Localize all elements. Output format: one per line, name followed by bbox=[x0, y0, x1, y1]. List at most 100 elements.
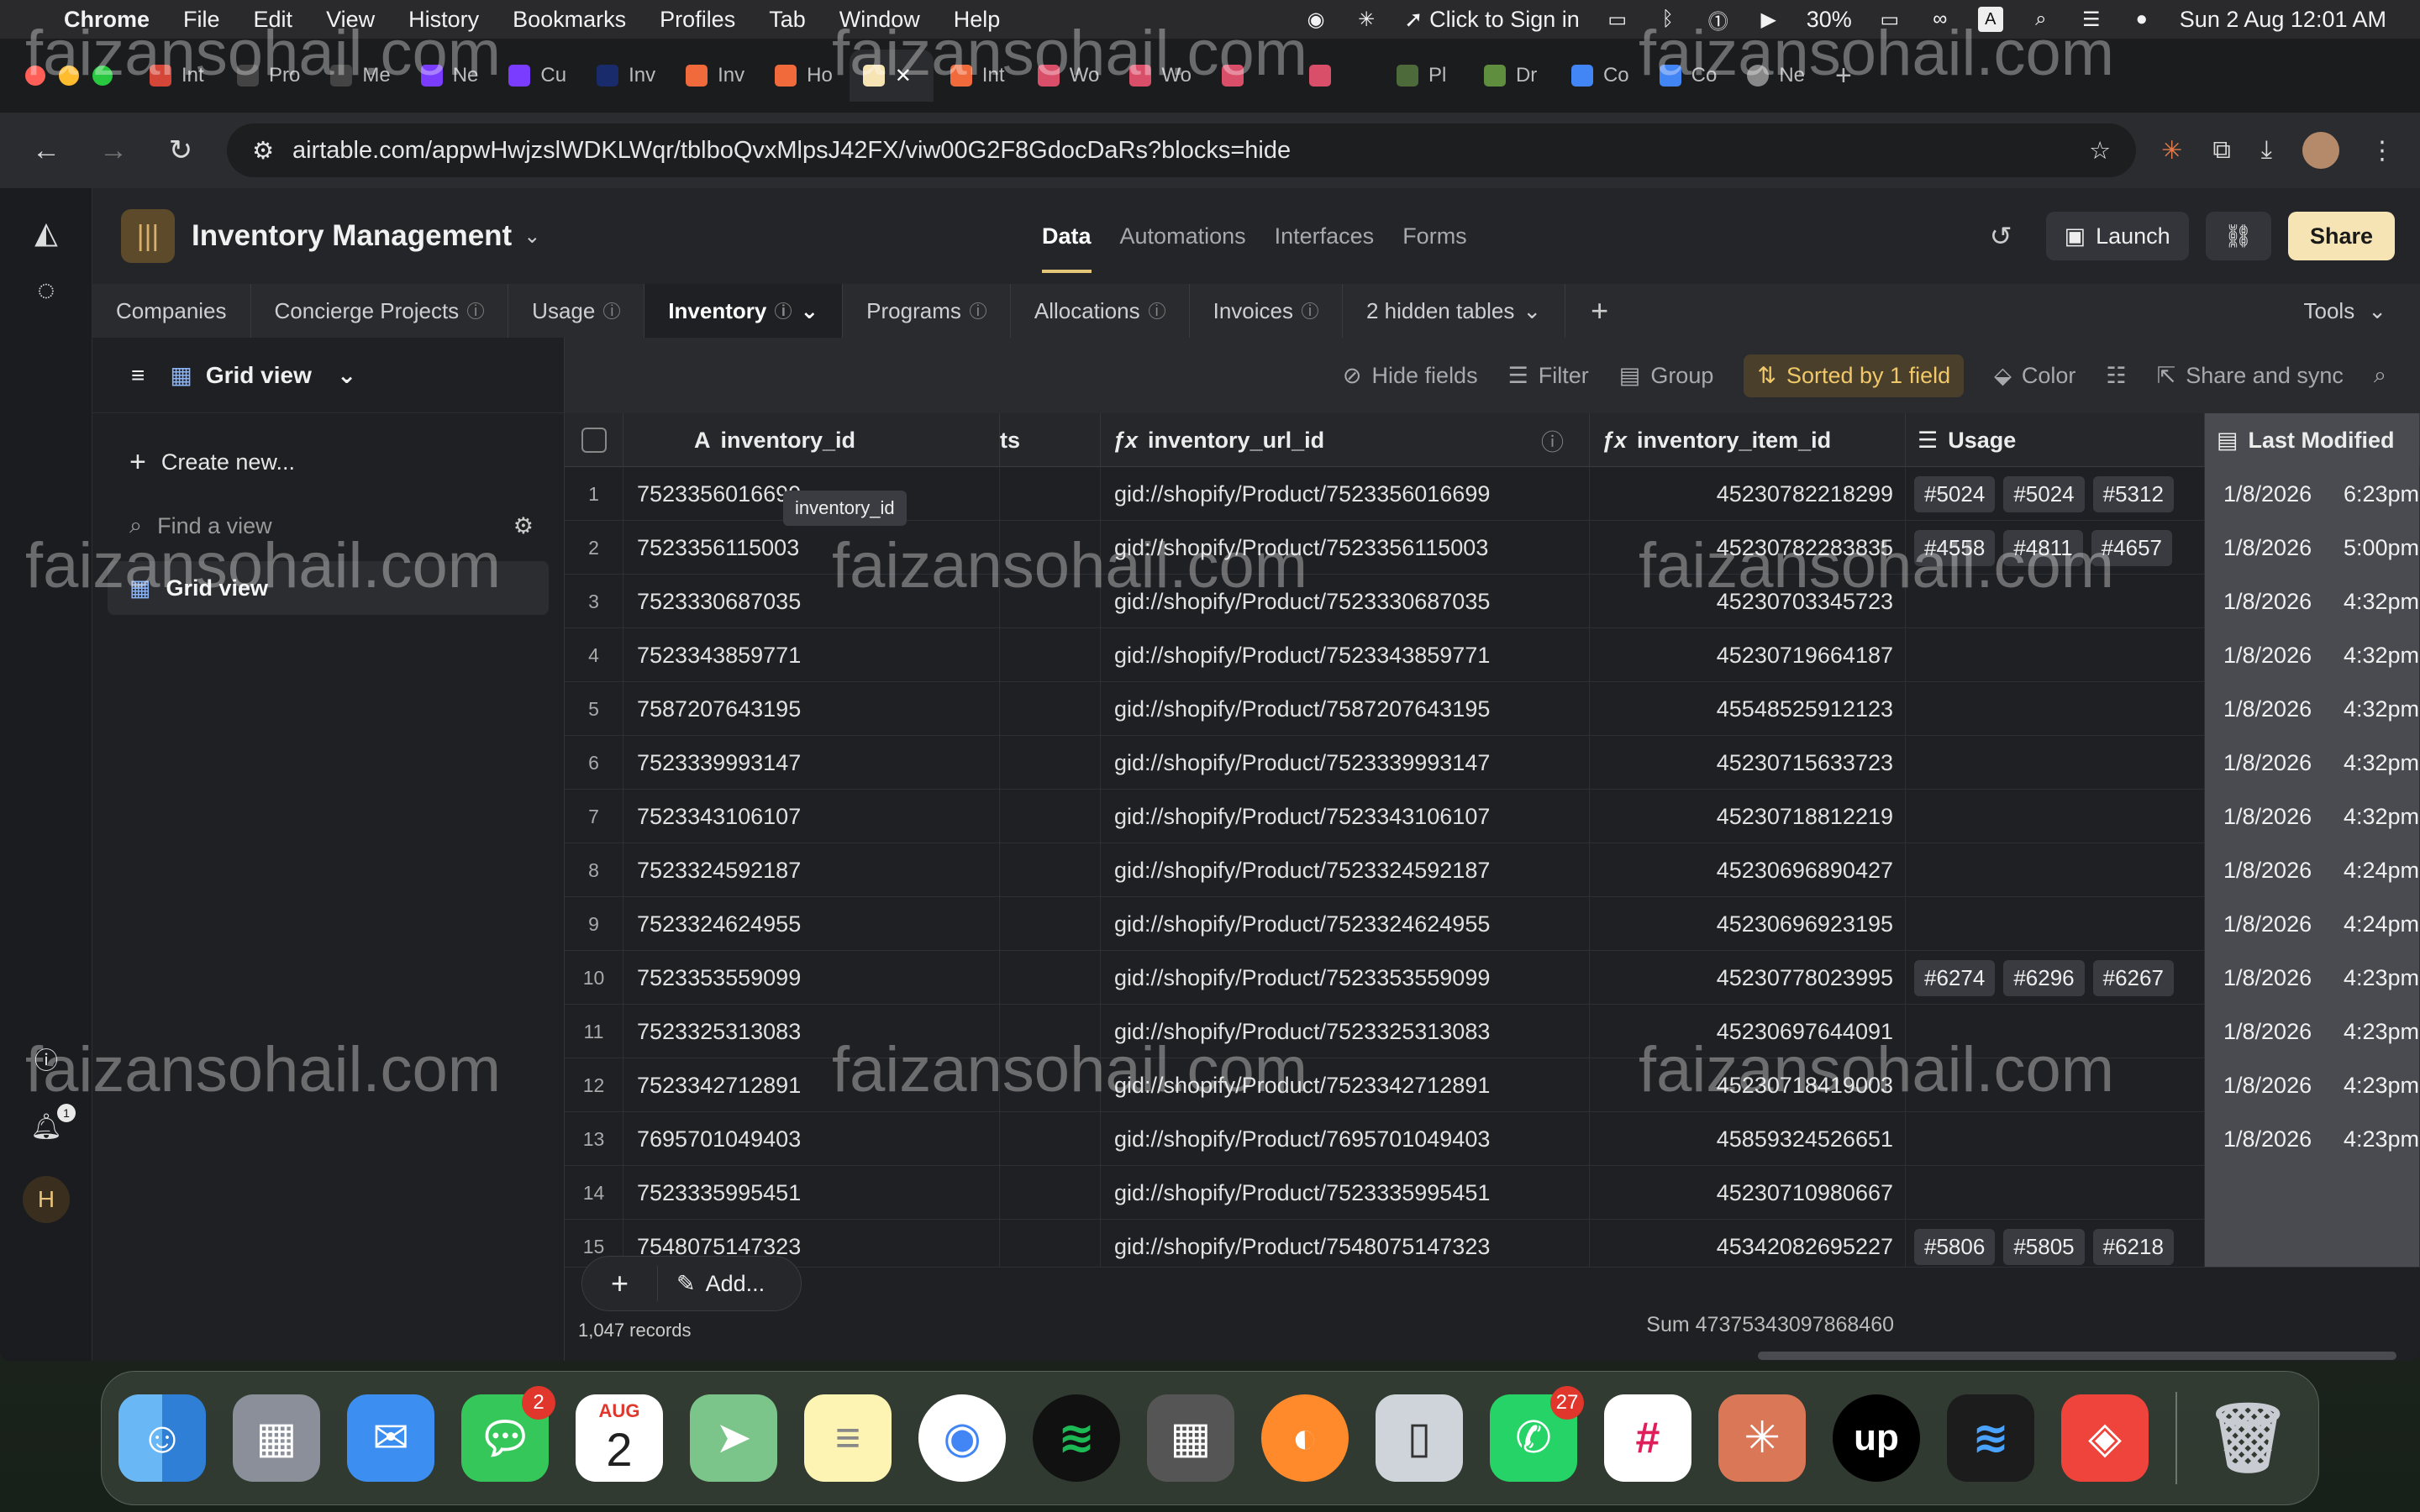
inventory-id-cell[interactable]: 7523325313083 bbox=[623, 1005, 1000, 1058]
download-icon[interactable]: ⤓ bbox=[2261, 136, 2272, 165]
inventory-item-id-cell[interactable]: 45230782283835 bbox=[1590, 521, 1906, 575]
table-tab-concierge-projects[interactable]: Concierge Projects i bbox=[251, 284, 509, 338]
row-number[interactable]: 3 bbox=[565, 575, 623, 628]
inventory-url-id-cell[interactable]: gid://shopify/Product/7523353559099 bbox=[1101, 951, 1590, 1005]
find-view-input[interactable]: ⌕ Find a view ⚙ bbox=[92, 499, 564, 553]
ts-cell[interactable] bbox=[1000, 1112, 1101, 1166]
launchpad-icon[interactable]: ▦ bbox=[233, 1394, 320, 1482]
table-tab-inventory[interactable]: Inventory i ⌄ bbox=[644, 284, 844, 338]
tools-menu[interactable]: Tools ⌄ bbox=[2304, 298, 2420, 324]
ts-cell[interactable] bbox=[1000, 790, 1101, 843]
row-number[interactable]: 2 bbox=[565, 521, 623, 575]
browser-tab[interactable]: Int bbox=[136, 50, 220, 102]
hamburger-icon[interactable]: ≡ bbox=[131, 362, 145, 389]
usage-link-tag[interactable]: #4558 bbox=[1914, 529, 1996, 566]
column-header-inventory-url-id[interactable]: ƒx inventory_url_id ⓘ bbox=[1101, 413, 1590, 467]
history-icon[interactable]: ↺ bbox=[1990, 220, 2012, 252]
usage-link-tag[interactable]: #6267 bbox=[2092, 959, 2174, 996]
display-icon[interactable]: ▭ bbox=[1605, 7, 1630, 32]
inventory-item-id-cell[interactable]: 45230696890427 bbox=[1590, 843, 1906, 897]
claude-extension-icon[interactable]: ✳ bbox=[2161, 136, 2182, 165]
usage-cell[interactable]: #5024 #5024 #5312 bbox=[1906, 467, 2205, 521]
ts-cell[interactable] bbox=[1000, 951, 1101, 1005]
last-modified-cell[interactable]: 1/8/2026 4:32pm bbox=[2205, 790, 2420, 843]
ts-cell[interactable] bbox=[1000, 575, 1101, 628]
usage-cell[interactable]: #6274 #6296 #6267 bbox=[1906, 951, 2205, 1005]
usage-cell[interactable] bbox=[1906, 1166, 2205, 1220]
inventory-item-id-cell[interactable]: 45230715633723 bbox=[1590, 736, 1906, 790]
bookmark-star-icon[interactable]: ☆ bbox=[2089, 136, 2111, 165]
share-sync-button[interactable]: ⇱ Share and sync bbox=[2157, 363, 2344, 389]
inventory-id-cell[interactable]: 7695701049403 bbox=[623, 1112, 1000, 1166]
calendar-icon[interactable]: AUG 2 bbox=[576, 1394, 663, 1482]
link-icon[interactable]: ∞ bbox=[1928, 7, 1953, 32]
view-item-grid[interactable]: ▦ Grid view bbox=[108, 561, 549, 615]
menu-window[interactable]: Window bbox=[839, 7, 920, 33]
firefox-icon[interactable]: ◐ bbox=[1261, 1394, 1349, 1482]
hidden-tables-dropdown[interactable]: 2 hidden tables ⌄ bbox=[1343, 284, 1566, 338]
usage-cell[interactable] bbox=[1906, 1005, 2205, 1058]
table-row[interactable]: 13 7695701049403 gid://shopify/Product/769… bbox=[565, 1112, 2420, 1166]
filter-button[interactable]: ☰ Filter bbox=[1508, 363, 1589, 389]
last-modified-cell[interactable]: 1/8/2026 4:24pm bbox=[2205, 897, 2420, 951]
last-modified-cell[interactable]: 1/8/2026 5:00pm bbox=[2205, 521, 2420, 575]
row-number[interactable]: 8 bbox=[565, 843, 623, 897]
search-grid-button[interactable]: ⌕ bbox=[2374, 362, 2386, 389]
table-row[interactable]: 15 7548075147323 gid://shopify/Product/754… bbox=[565, 1220, 2420, 1273]
browser-tab[interactable]: Co bbox=[1646, 50, 1731, 102]
omni-icon[interactable]: ◌ bbox=[25, 269, 67, 311]
usage-link-tag[interactable]: #6296 bbox=[2003, 959, 2085, 996]
sort-button[interactable]: ⇅ Sorted by 1 field bbox=[1744, 354, 1965, 397]
last-modified-cell[interactable]: 1/8/2026 4:32pm bbox=[2205, 682, 2420, 736]
anydesk-icon[interactable]: ◈ bbox=[2061, 1394, 2149, 1482]
menu-tab[interactable]: Tab bbox=[769, 7, 806, 33]
inventory-id-cell[interactable]: 7523324624955 bbox=[623, 897, 1000, 951]
craft-icon[interactable]: ≋ bbox=[1947, 1394, 2034, 1482]
table-row[interactable]: 2 7523356115003 gid://shopify/Product/7523… bbox=[565, 521, 2420, 575]
ts-cell[interactable] bbox=[1000, 521, 1101, 575]
usage-link-tag[interactable]: #5806 bbox=[1914, 1228, 1996, 1265]
browser-tab[interactable]: Inv bbox=[583, 50, 669, 102]
browser-tab[interactable]: Ho bbox=[761, 50, 846, 102]
spotify-icon[interactable]: ≋ bbox=[1033, 1394, 1120, 1482]
row-height-button[interactable]: ☷ bbox=[2106, 363, 2126, 389]
usage-link-tag[interactable]: #4657 bbox=[2091, 529, 2172, 566]
chevron-down-icon[interactable]: ⌄ bbox=[523, 224, 540, 249]
inventory-item-id-cell[interactable]: 45230696923195 bbox=[1590, 897, 1906, 951]
last-modified-cell[interactable]: 1/8/2026 4:24pm bbox=[2205, 843, 2420, 897]
select-all-checkbox[interactable] bbox=[581, 428, 607, 453]
usage-cell[interactable] bbox=[1906, 1112, 2205, 1166]
usage-cell[interactable] bbox=[1906, 790, 2205, 843]
hide-fields-button[interactable]: ⊘ Hide fields bbox=[1343, 363, 1478, 389]
nav-data[interactable]: Data bbox=[1042, 200, 1092, 273]
info-icon[interactable]: i bbox=[1148, 302, 1165, 319]
browser-tab[interactable]: Ne bbox=[408, 50, 492, 102]
menu-help[interactable]: Help bbox=[954, 7, 1001, 33]
ts-cell[interactable] bbox=[1000, 1220, 1101, 1273]
table-row[interactable]: 3 7523330687035 gid://shopify/Product/7523… bbox=[565, 575, 2420, 628]
usage-link-tag[interactable]: #5024 bbox=[2003, 475, 2085, 512]
inventory-id-cell[interactable]: 7523356115003 bbox=[623, 521, 1000, 575]
input-source-icon[interactable]: A bbox=[1977, 7, 2003, 32]
inventory-url-id-cell[interactable]: gid://shopify/Product/7523356115003 bbox=[1101, 521, 1590, 575]
extensions-icon[interactable]: ⧉ bbox=[2212, 136, 2230, 165]
table-tab-companies[interactable]: Companies bbox=[92, 284, 251, 338]
usage-cell[interactable] bbox=[1906, 1058, 2205, 1112]
inventory-item-id-cell[interactable]: 45548525912123 bbox=[1590, 682, 1906, 736]
browser-tab-active[interactable]: ✕ bbox=[849, 50, 934, 102]
inventory-id-cell[interactable]: 7523339993147 bbox=[623, 736, 1000, 790]
table-row[interactable]: 10 7523353559099 gid://shopify/Product/752… bbox=[565, 951, 2420, 1005]
nav-forms[interactable]: Forms bbox=[1402, 223, 1467, 249]
profile-avatar[interactable] bbox=[2302, 132, 2339, 169]
inventory-item-id-cell[interactable]: 45230703345723 bbox=[1590, 575, 1906, 628]
chevron-down-icon[interactable]: ⌄ bbox=[800, 298, 818, 324]
info-icon[interactable]: i bbox=[969, 302, 986, 319]
app-name-menu[interactable]: Chrome bbox=[64, 7, 150, 33]
zoom-window-icon[interactable] bbox=[92, 66, 113, 86]
table-tab-invoices[interactable]: Invoices i bbox=[1190, 284, 1343, 338]
close-window-icon[interactable] bbox=[25, 66, 45, 86]
inventory-item-id-cell[interactable]: 45230710980667 bbox=[1590, 1166, 1906, 1220]
claude-icon[interactable]: ✳ bbox=[1718, 1394, 1806, 1482]
browser-tab[interactable]: Pro bbox=[224, 50, 313, 102]
create-new-view[interactable]: + Create new... bbox=[92, 435, 564, 489]
